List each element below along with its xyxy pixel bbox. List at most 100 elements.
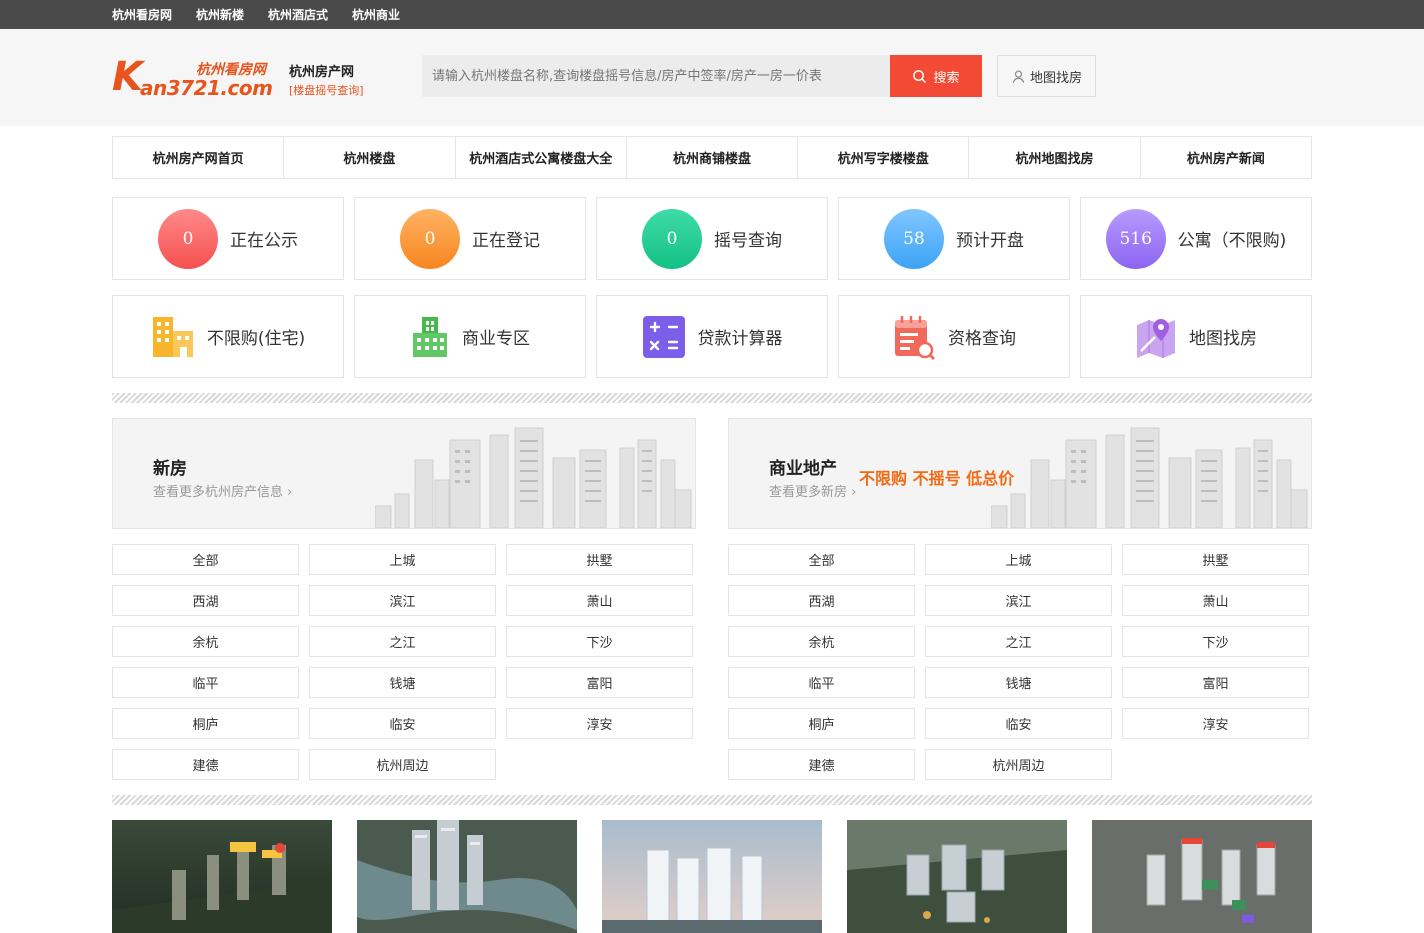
search-button-label: 搜索 xyxy=(933,70,960,86)
area-link[interactable]: 拱墅 xyxy=(1122,544,1309,575)
logo-chinese: 杭州看房网 xyxy=(196,62,266,78)
new-house-banner[interactable]: 新房 查看更多杭州房产信息 › xyxy=(112,418,696,529)
tool-tile-buxiangou[interactable]: 不限购(住宅) xyxy=(112,295,344,378)
stat-label: 公寓（不限购) xyxy=(1177,231,1287,251)
chevron-right-icon: › xyxy=(287,485,293,500)
building-icon xyxy=(152,316,193,357)
stat-tile-dengji[interactable]: 0 正在登记 xyxy=(354,197,586,280)
aerial-park-photo[interactable] xyxy=(847,820,1067,933)
commercial-building-icon xyxy=(413,316,447,357)
tool-tile-shangye[interactable]: 商业专区 xyxy=(354,295,586,378)
tool-label: 资格查询 xyxy=(948,329,1016,349)
area-link[interactable]: 桐庐 xyxy=(728,708,915,739)
area-link[interactable]: 余杭 xyxy=(728,626,915,657)
area-link[interactable]: 余杭 xyxy=(112,626,299,657)
topbar-link-kanfang[interactable]: 杭州看房网 xyxy=(112,6,172,23)
new-house-more-text: 查看更多杭州房产信息 xyxy=(153,485,284,500)
new-house-area-grid: 全部 上城 拱墅 西湖 滨江 萧山 余杭 之江 下沙 临平 钱塘 富阳 桐庐 临… xyxy=(112,544,696,780)
topbar-link-xinlou[interactable]: 杭州新楼 xyxy=(196,6,244,23)
topbar-link-shangye[interactable]: 杭州商业 xyxy=(352,6,400,23)
aerial-complex-photo[interactable] xyxy=(1092,820,1312,933)
site-subtitle[interactable]: [楼盘摇号查询] xyxy=(289,82,364,98)
tool-tile-calculator[interactable]: 贷款计算器 xyxy=(596,295,828,378)
nav-apartment[interactable]: 杭州酒店式公寓楼盘大全 xyxy=(456,137,627,178)
area-link[interactable]: 淳安 xyxy=(506,708,693,739)
area-link[interactable]: 之江 xyxy=(925,626,1112,657)
stat-count-badge: 0 xyxy=(158,208,218,269)
area-link[interactable]: 下沙 xyxy=(1122,626,1309,657)
area-link[interactable]: 之江 xyxy=(309,626,496,657)
area-link[interactable]: 全部 xyxy=(112,544,299,575)
area-link[interactable]: 杭州周边 xyxy=(309,749,496,780)
site-logo[interactable]: K an3721.com 杭州看房网 xyxy=(112,55,282,101)
section-divider xyxy=(112,393,1312,403)
area-link[interactable]: 上城 xyxy=(925,544,1112,575)
logo-k: K xyxy=(112,54,143,100)
nav-shop[interactable]: 杭州商铺楼盘 xyxy=(627,137,799,178)
area-link[interactable]: 富阳 xyxy=(506,667,693,698)
new-house-more-link[interactable]: 查看更多杭州房产信息 › xyxy=(153,481,292,500)
top-bar: 杭州看房网 杭州新楼 杭州酒店式 杭州商业 xyxy=(0,0,1424,29)
area-link[interactable]: 萧山 xyxy=(1122,585,1309,616)
stat-tile-gongshi[interactable]: 0 正在公示 xyxy=(112,197,344,280)
commercial-area-grid: 全部 上城 拱墅 西湖 滨江 萧山 余杭 之江 下沙 临平 钱塘 富阳 桐庐 临… xyxy=(728,544,1312,780)
search-button[interactable]: 搜索 xyxy=(890,55,982,97)
area-link[interactable]: 建德 xyxy=(728,749,915,780)
area-link[interactable]: 淳安 xyxy=(1122,708,1309,739)
stat-label: 摇号查询 xyxy=(714,231,782,251)
quick-grid: 0 正在公示 0 正在登记 0 摇号查询 58 预计开盘 516 公寓（不限购)… xyxy=(112,197,1312,378)
tool-tile-zige[interactable]: 资格查询 xyxy=(838,295,1070,378)
stat-tile-kaipan[interactable]: 58 预计开盘 xyxy=(838,197,1070,280)
commercial-more-text: 查看更多新房 xyxy=(769,485,848,500)
area-link[interactable]: 上城 xyxy=(309,544,496,575)
stat-label: 正在公示 xyxy=(230,231,298,251)
area-link[interactable]: 建德 xyxy=(112,749,299,780)
nav-home[interactable]: 杭州房产网首页 xyxy=(113,137,285,178)
area-link[interactable]: 钱塘 xyxy=(925,667,1112,698)
area-link[interactable]: 滨江 xyxy=(309,585,496,616)
towers-dusk-photo[interactable] xyxy=(602,820,822,933)
area-link[interactable]: 临安 xyxy=(925,708,1112,739)
area-link[interactable]: 钱塘 xyxy=(309,667,496,698)
stat-count-badge: 0 xyxy=(642,208,702,269)
aerial-night-photo[interactable] xyxy=(112,820,332,933)
aerial-river-photo[interactable] xyxy=(357,820,577,933)
area-link[interactable]: 下沙 xyxy=(506,626,693,657)
map-search-label: 地图找房 xyxy=(1029,70,1082,86)
commercial-title: 商业地产 xyxy=(769,459,837,479)
nav-news[interactable]: 杭州房产新闻 xyxy=(1141,137,1311,178)
stat-label: 预计开盘 xyxy=(956,231,1024,251)
area-link[interactable]: 临平 xyxy=(728,667,915,698)
search-input[interactable] xyxy=(422,55,890,97)
area-link[interactable]: 西湖 xyxy=(112,585,299,616)
tool-tile-map[interactable]: 地图找房 xyxy=(1080,295,1312,378)
chevron-right-icon: › xyxy=(851,485,857,500)
area-link[interactable]: 全部 xyxy=(728,544,915,575)
area-link[interactable]: 富阳 xyxy=(1122,667,1309,698)
nav-loupan[interactable]: 杭州楼盘 xyxy=(284,137,456,178)
stat-tile-gongyu[interactable]: 516 公寓（不限购) xyxy=(1080,197,1312,280)
area-link[interactable]: 杭州周边 xyxy=(925,749,1112,780)
stat-tile-yaohao[interactable]: 0 摇号查询 xyxy=(596,197,828,280)
nav-office[interactable]: 杭州写字楼楼盘 xyxy=(798,137,970,178)
tool-label: 不限购(住宅) xyxy=(206,329,306,349)
area-link[interactable]: 临安 xyxy=(309,708,496,739)
map-search-button[interactable]: 地图找房 xyxy=(997,55,1096,97)
commercial-column: 商业地产 查看更多新房 › 不限购 不摇号 低总价 全部 上城 拱墅 西湖 滨江… xyxy=(728,418,1312,780)
area-link[interactable]: 萧山 xyxy=(506,585,693,616)
calculator-icon xyxy=(642,315,685,358)
stat-count-badge: 58 xyxy=(884,208,944,269)
area-link[interactable]: 西湖 xyxy=(728,585,915,616)
topbar-link-jiudian[interactable]: 杭州酒店式 xyxy=(268,6,328,23)
area-link[interactable]: 滨江 xyxy=(925,585,1112,616)
main-nav: 杭州房产网首页 杭州楼盘 杭州酒店式公寓楼盘大全 杭州商铺楼盘 杭州写字楼楼盘 … xyxy=(112,136,1312,179)
commercial-more-link[interactable]: 查看更多新房 › xyxy=(769,481,856,500)
area-link[interactable]: 桐庐 xyxy=(112,708,299,739)
project-photos xyxy=(112,820,1312,933)
calendar-search-icon xyxy=(895,315,935,360)
nav-map[interactable]: 杭州地图找房 xyxy=(969,137,1141,178)
area-link[interactable]: 拱墅 xyxy=(506,544,693,575)
stat-label: 正在登记 xyxy=(472,231,540,251)
area-link[interactable]: 临平 xyxy=(112,667,299,698)
commercial-banner[interactable]: 商业地产 查看更多新房 › 不限购 不摇号 低总价 xyxy=(728,418,1312,529)
